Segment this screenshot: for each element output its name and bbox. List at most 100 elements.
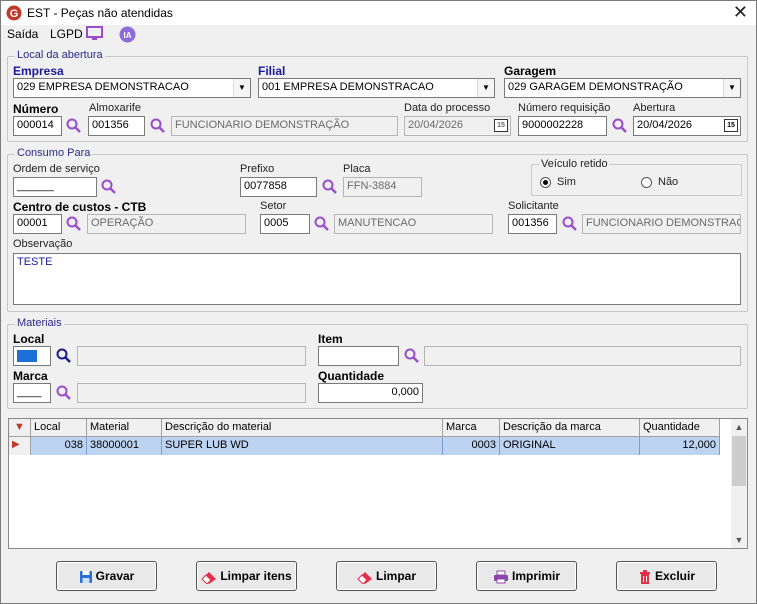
search-icon[interactable] xyxy=(322,179,338,195)
solicitante-label: Solicitante xyxy=(508,200,559,212)
trash-icon xyxy=(639,569,650,584)
local-name-field xyxy=(77,346,306,366)
placa-label: Placa xyxy=(343,163,371,175)
prefixo-input[interactable]: 0077858 xyxy=(240,177,317,197)
filial-select[interactable]: 001 EMPRESA DEMONSTRACAO ▼ xyxy=(258,78,495,98)
printer-icon xyxy=(493,570,508,584)
ctb-name-field: OPERAÇÃO xyxy=(87,214,246,234)
cell-quantidade: 12,000 xyxy=(640,437,720,455)
search-icon[interactable] xyxy=(404,348,420,364)
item-input[interactable] xyxy=(318,346,399,366)
almoxarife-name-field: FUNCIONARIO DEMONSTRAÇÃO xyxy=(171,116,398,136)
ctb-label: Centro de custos - CTB xyxy=(13,200,147,214)
search-icon[interactable] xyxy=(150,118,166,134)
cell-marca: 0003 xyxy=(443,437,500,455)
cell-descricao: SUPER LUB WD xyxy=(162,437,443,455)
marca-input[interactable]: ____ xyxy=(13,383,51,403)
gravar-button[interactable]: Gravar xyxy=(56,561,157,591)
search-icon[interactable] xyxy=(56,348,72,364)
garagem-select[interactable]: 029 GARAGEM DEMONSTRAÇÃO ▼ xyxy=(504,78,741,98)
window-title: EST - Peças não atendidas xyxy=(27,6,173,20)
scrollbar-thumb[interactable] xyxy=(732,436,746,486)
chevron-down-icon[interactable]: ▼ xyxy=(731,532,747,548)
grid-sort-icon[interactable]: ▼ xyxy=(9,419,31,437)
menu-lgpd[interactable]: LGPD xyxy=(50,27,83,41)
data-processo-field: 20/04/2026 15 xyxy=(404,116,511,136)
veiculo-sim-label: Sim xyxy=(557,176,576,188)
search-icon[interactable] xyxy=(314,216,330,232)
filial-label: Filial xyxy=(258,64,286,78)
eraser-icon xyxy=(357,571,372,584)
chevron-up-icon[interactable]: ▲ xyxy=(731,419,747,435)
cell-material: 38000001 xyxy=(87,437,162,455)
grid-header-quantidade[interactable]: Quantidade xyxy=(640,419,720,437)
chevron-down-icon[interactable]: ▼ xyxy=(723,79,740,97)
svg-text:G: G xyxy=(10,8,19,20)
solicitante-name-field: FUNCIONARIO DEMONSTRAÇ xyxy=(582,214,741,234)
almoxarife-label: Almoxarife xyxy=(89,102,141,114)
ordem-servico-label: Ordem de serviço xyxy=(13,163,100,175)
chevron-down-icon[interactable]: ▼ xyxy=(233,79,250,97)
save-icon xyxy=(79,570,92,583)
search-icon[interactable] xyxy=(612,118,628,134)
close-icon[interactable]: ✕ xyxy=(733,3,748,21)
cell-local: 038 xyxy=(31,437,87,455)
ia-assistant-icon[interactable]: IA xyxy=(119,26,136,43)
menu-saida[interactable]: Saída xyxy=(7,27,38,41)
numero-requisicao-input[interactable]: 9000002228 xyxy=(518,116,607,136)
limpar-itens-button[interactable]: Limpar itens xyxy=(196,561,297,591)
setor-label: Setor xyxy=(260,200,287,212)
numero-input[interactable]: 000014 xyxy=(13,116,62,136)
abertura-date-input[interactable]: 20/04/2026 15 xyxy=(633,116,741,136)
calendar-icon[interactable]: 15 xyxy=(494,119,508,132)
quantidade-label: Quantidade xyxy=(318,369,385,383)
consumo-legend: Consumo Para xyxy=(15,147,93,159)
solicitante-code-input[interactable]: 001356 xyxy=(508,214,557,234)
grid-header-local[interactable]: Local xyxy=(31,419,87,437)
observacao-textarea[interactable]: TESTE xyxy=(13,253,741,305)
grid-scrollbar[interactable]: ▲ ▼ xyxy=(731,419,747,548)
setor-code-input[interactable]: 0005 xyxy=(260,214,310,234)
search-icon[interactable] xyxy=(101,179,117,195)
quantidade-input[interactable]: 0,000 xyxy=(318,383,423,403)
marca-label: Marca xyxy=(13,369,48,383)
grid-header-desc-marca[interactable]: Descrição da marca xyxy=(500,419,640,437)
calendar-icon[interactable]: 15 xyxy=(724,119,738,132)
ordem-servico-input[interactable]: ______ xyxy=(13,177,97,197)
veiculo-nao-label: Não xyxy=(658,176,679,188)
local-abertura-legend: Local da abertura xyxy=(15,49,105,61)
item-name-field xyxy=(424,346,741,366)
monitor-icon[interactable] xyxy=(86,26,104,42)
prefixo-label: Prefixo xyxy=(240,163,275,175)
search-icon[interactable] xyxy=(562,216,578,232)
numero-requisicao-label: Número requisição xyxy=(518,102,611,114)
empresa-select[interactable]: 029 EMPRESA DEMONSTRACAO ▼ xyxy=(13,78,251,98)
local-input[interactable] xyxy=(13,346,51,366)
cell-desc-marca: ORIGINAL xyxy=(500,437,640,455)
search-icon[interactable] xyxy=(66,216,82,232)
local-label: Local xyxy=(13,332,45,346)
setor-name-field: MANUTENCAO xyxy=(334,214,493,234)
row-pointer-icon: ▶ xyxy=(9,437,31,455)
data-processo-label: Data do processo xyxy=(404,102,491,114)
grid-header-marca[interactable]: Marca xyxy=(443,419,500,437)
excluir-button[interactable]: Excluir xyxy=(616,561,717,591)
grid-header-material[interactable]: Material xyxy=(87,419,162,437)
chevron-down-icon[interactable]: ▼ xyxy=(477,79,494,97)
item-label: Item xyxy=(318,332,343,346)
grid-header-descricao[interactable]: Descrição do material xyxy=(162,419,443,437)
items-grid[interactable]: ▼ Local Material Descrição do material M… xyxy=(8,418,748,549)
search-icon[interactable] xyxy=(66,118,82,134)
observacao-label: Observação xyxy=(13,238,73,250)
abertura-label: Abertura xyxy=(633,102,676,114)
empresa-label: Empresa xyxy=(13,64,64,78)
ctb-code-input[interactable]: 00001 xyxy=(13,214,62,234)
almoxarife-code-input[interactable]: 001356 xyxy=(88,116,145,136)
search-icon[interactable] xyxy=(56,385,72,401)
title-bar: G EST - Peças não atendidas ✕ xyxy=(1,1,756,25)
veiculo-nao-radio[interactable] xyxy=(641,177,652,188)
veiculo-sim-radio[interactable] xyxy=(540,177,551,188)
app-logo-icon: G xyxy=(6,5,22,21)
limpar-button[interactable]: Limpar xyxy=(336,561,437,591)
imprimir-button[interactable]: Imprimir xyxy=(476,561,577,591)
